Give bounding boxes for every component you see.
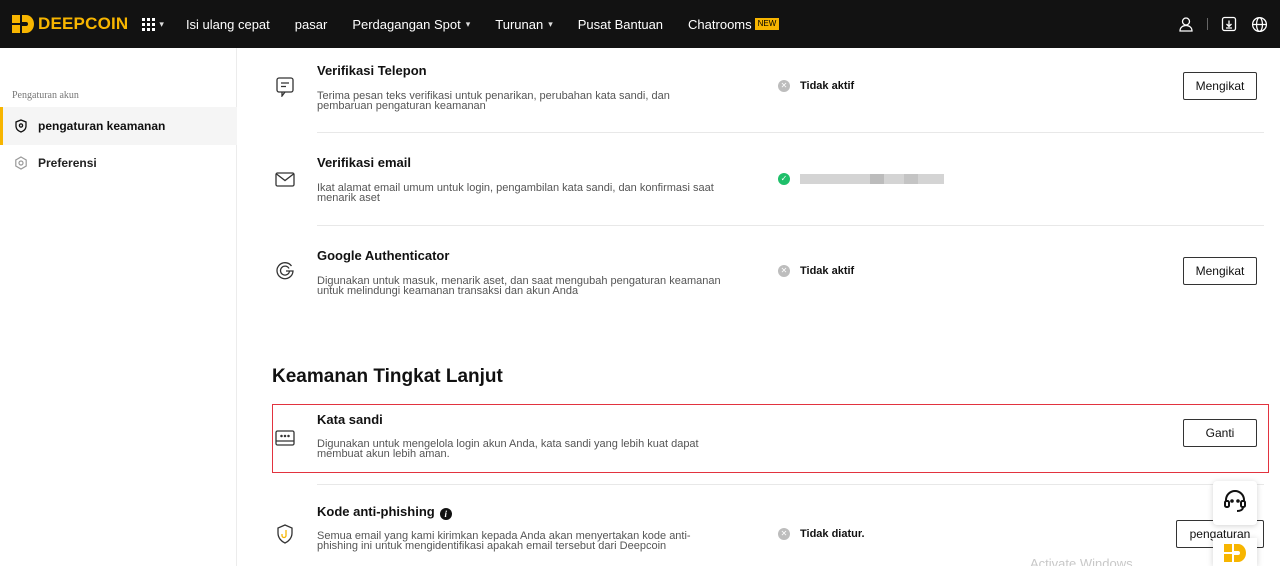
deepcoin-logo-icon: [1224, 544, 1246, 566]
bind-google-authenticator-button[interactable]: Mengikat: [1183, 257, 1257, 285]
password-title: Kata sandi: [317, 412, 383, 427]
email-verification-row: Verifikasi email Ikat alamat email umum …: [272, 133, 1264, 225]
check-circle-icon: ✓: [778, 173, 790, 185]
phone-icon: [274, 76, 296, 98]
sidebar-item-label: Preferensi: [38, 156, 97, 170]
anti-phishing-desc: Semua email yang kami kirimkan kepada An…: [317, 530, 691, 552]
chevron-down-icon: ▾: [159, 18, 164, 29]
google-authenticator-row: Google Authenticator Digunakan untuk mas…: [272, 226, 1264, 318]
anti-phishing-title: Kode anti-phishing i: [317, 504, 452, 520]
windows-activation-watermark: Activate Windows: [1030, 556, 1133, 566]
phone-status: ✕ Tidak aktif: [778, 80, 854, 92]
anti-phishing-title-text: Kode anti-phishing: [317, 504, 435, 519]
nav-item-help-center[interactable]: Pusat Bantuan: [578, 17, 663, 32]
customer-support-button[interactable]: [1213, 481, 1257, 525]
google-status: ✕ Tidak aktif: [778, 265, 854, 277]
shield-hook-icon: [274, 523, 296, 545]
nav-item-quick-topup[interactable]: Isi ulang cepat: [186, 17, 270, 32]
top-navigation-bar: DEEPCOIN ▾ Isi ulang cepat pasar Perdaga…: [0, 0, 1280, 48]
anti-phishing-status-text: Tidak diatur.: [800, 528, 865, 540]
brand-name: DEEPCOIN: [38, 14, 129, 33]
divider: [1207, 18, 1208, 30]
deepcoin-app-widget[interactable]: [1213, 538, 1257, 566]
account-sidebar: Pengaturan akun pengaturan keamanan Pref…: [0, 48, 237, 566]
info-icon[interactable]: i: [439, 508, 452, 520]
sidebar-item-label: pengaturan keamanan: [38, 119, 166, 133]
shield-icon: [14, 119, 28, 133]
sidebar-heading: Pengaturan akun: [12, 90, 79, 101]
google-g-icon: [274, 260, 296, 282]
apps-menu-button[interactable]: ▾: [142, 17, 164, 31]
x-circle-icon: ✕: [778, 80, 790, 92]
chevron-down-icon: ▾: [548, 18, 553, 29]
user-icon[interactable]: [1175, 13, 1197, 35]
new-badge: NEW: [754, 18, 780, 30]
nav-item-label: Perdagangan Spot: [352, 16, 461, 32]
deepcoin-logo[interactable]: DEEPCOIN: [12, 14, 128, 34]
grid-icon: [142, 17, 156, 31]
nav-item-market[interactable]: pasar: [295, 17, 328, 32]
download-icon[interactable]: [1218, 13, 1240, 35]
phone-status-text: Tidak aktif: [800, 80, 855, 92]
password-desc: Digunakan untuk mengelola login akun And…: [317, 438, 699, 460]
security-settings-main: Verifikasi Telepon Terima pesan teks ver…: [237, 48, 1280, 566]
phone-verification-desc: Terima pesan teks verifikasi untuk penar…: [317, 90, 670, 112]
change-password-button[interactable]: Ganti: [1183, 419, 1257, 447]
phone-verification-title: Verifikasi Telepon: [317, 63, 427, 78]
masked-email-address: [800, 174, 944, 184]
nav-item-chatrooms[interactable]: Chatrooms NEW: [688, 16, 780, 32]
nav-item-label: Pusat Bantuan: [577, 16, 664, 32]
sidebar-item-security-settings[interactable]: pengaturan keamanan: [0, 107, 237, 145]
globe-icon[interactable]: [1248, 13, 1270, 35]
nav-item-label: Turunan: [495, 16, 544, 32]
sidebar-item-preferences[interactable]: Preferensi: [0, 144, 237, 182]
anti-phishing-row: Kode anti-phishing i Semua email yang kam…: [272, 485, 1264, 566]
nav-item-label: Chatrooms: [688, 16, 752, 32]
phone-verification-row: Verifikasi Telepon Terima pesan teks ver…: [272, 48, 1264, 132]
google-status-text: Tidak aktif: [800, 265, 855, 277]
advanced-security-heading: Keamanan Tingkat Lanjut: [272, 366, 503, 387]
nav-item-label: Isi ulang cepat: [185, 16, 270, 32]
google-authenticator-desc: Digunakan untuk masuk, menarik aset, dan…: [317, 275, 721, 297]
chevron-down-icon: ▾: [465, 18, 471, 29]
bind-phone-button[interactable]: Mengikat: [1183, 72, 1257, 100]
password-row: Kata sandi Digunakan untuk mengelola log…: [272, 405, 1264, 472]
nav-item-derivatives[interactable]: Turunan ▾: [495, 17, 552, 32]
settings-hex-icon: [14, 156, 28, 170]
top-right-actions: [1175, 0, 1270, 48]
anti-phishing-status: ✕ Tidak diatur.: [778, 528, 865, 540]
main-nav: Isi ulang cepat pasar Perdagangan Spot ▾…: [186, 17, 804, 32]
google-authenticator-title: Google Authenticator: [317, 248, 450, 263]
email-status: ✓: [778, 173, 944, 185]
x-circle-icon: ✕: [778, 528, 790, 540]
nav-item-spot-trading[interactable]: Perdagangan Spot ▾: [352, 17, 470, 32]
mail-icon: [274, 168, 296, 190]
email-verification-desc: Ikat alamat email umum untuk login, peng…: [317, 182, 714, 204]
x-circle-icon: ✕: [778, 265, 790, 277]
headset-icon: [1222, 488, 1248, 519]
email-verification-title: Verifikasi email: [317, 155, 411, 170]
password-icon: [274, 427, 296, 449]
deepcoin-logo-icon: [12, 15, 34, 33]
nav-item-label: pasar: [294, 16, 328, 32]
